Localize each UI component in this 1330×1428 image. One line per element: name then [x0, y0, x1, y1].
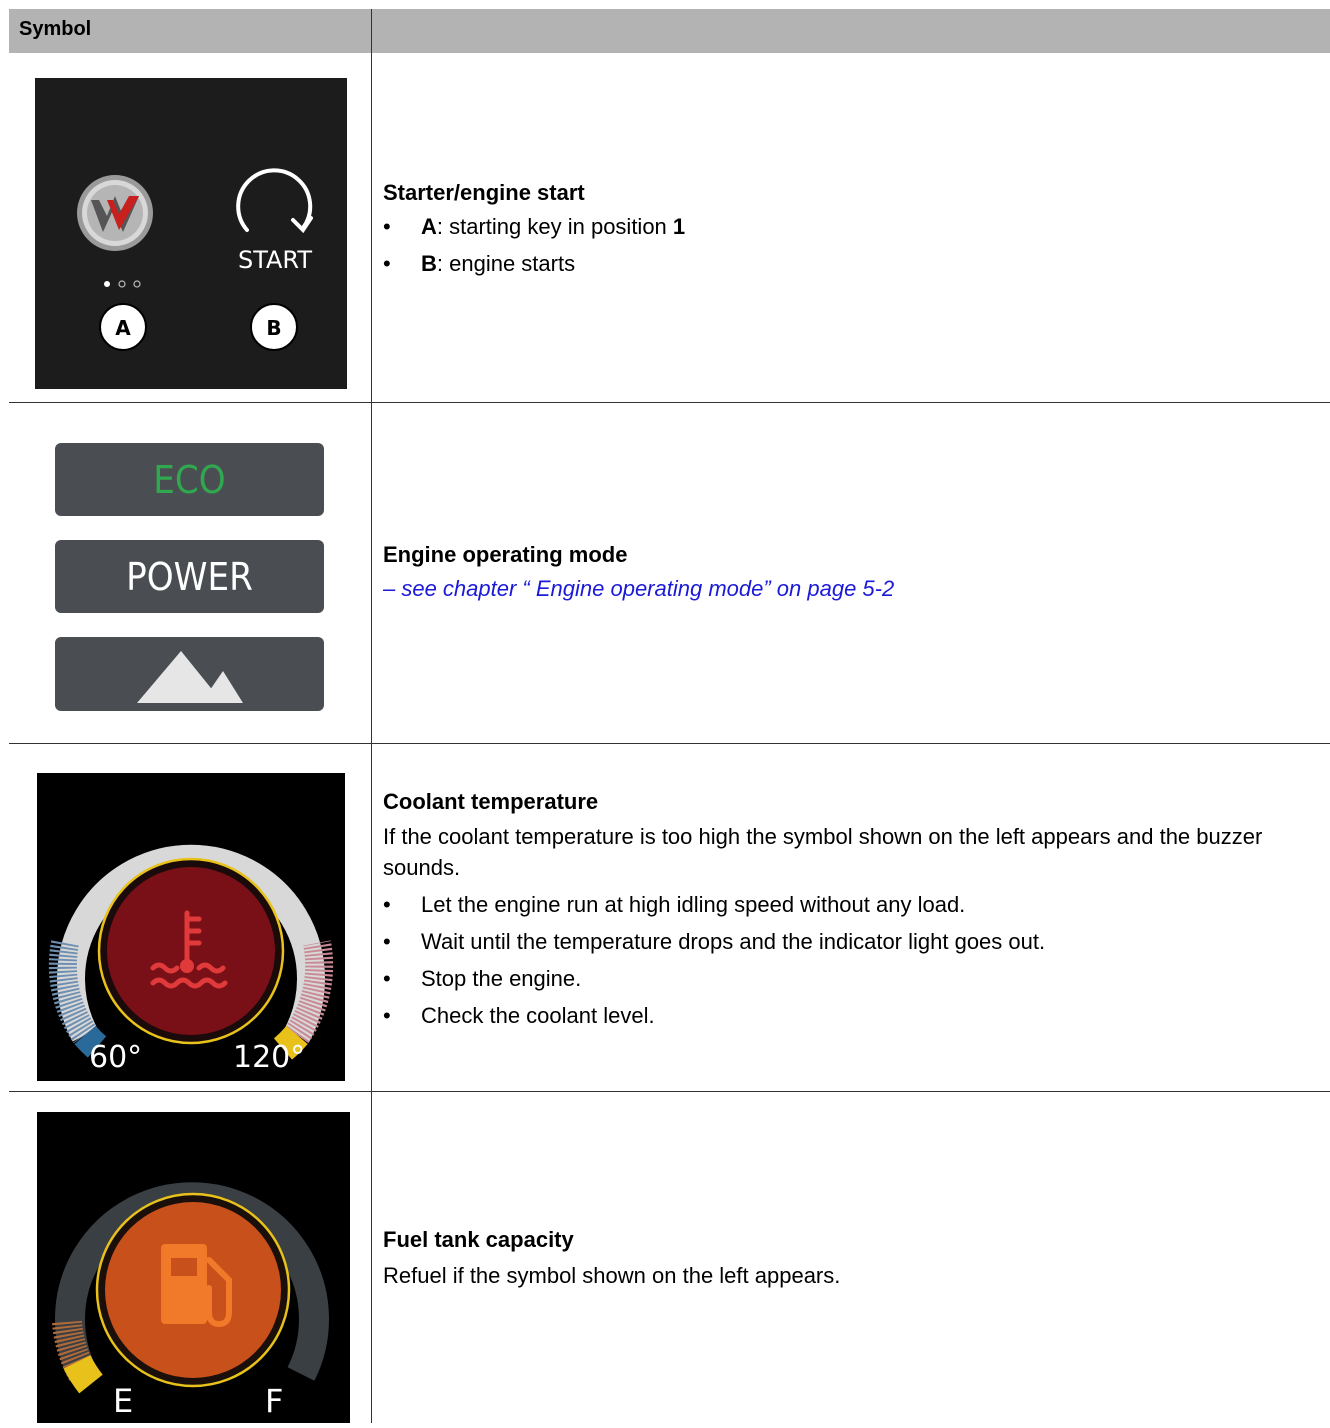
fuel-symbol-panel: E F — [37, 1112, 350, 1423]
mountain-mode-button — [55, 637, 324, 711]
fuel-title: Fuel tank capacity — [383, 1227, 574, 1252]
mountain-icon — [137, 651, 243, 703]
column-divider — [371, 9, 372, 1423]
fuel-full-label: F — [265, 1382, 283, 1420]
coolant-symbol-panel: 60° 120° — [37, 773, 345, 1081]
power-label: POWER — [55, 540, 324, 613]
start-arc-icon — [236, 168, 313, 234]
marker-b-label: B — [266, 316, 281, 340]
coolant-body: If the coolant temperature is too high t… — [383, 824, 1263, 880]
starter-symbol-panel: START A B — [35, 78, 347, 389]
eco-mode-button: ECO — [55, 443, 324, 516]
page-indicator-dots — [104, 280, 141, 288]
marker-a: A — [99, 303, 147, 351]
starter-title: Starter/engine start — [383, 180, 585, 205]
starter-bullet-a: A: starting key in position 1 — [383, 208, 685, 245]
mode-chapter-link[interactable]: – see chapter “ Engine operating mode” o… — [383, 570, 894, 607]
coolant-bullet: Wait until the temperature drops and the… — [383, 923, 1323, 960]
starter-description: Starter/engine start A: starting key in … — [383, 178, 685, 282]
fuel-body: Refuel if the symbol shown on the left a… — [383, 1263, 841, 1288]
marker-b: B — [250, 303, 298, 351]
coolant-bullet: Stop the engine. — [383, 960, 1323, 997]
eco-label: ECO — [55, 443, 324, 516]
fuel-description: Fuel tank capacity Refuel if the symbol … — [383, 1225, 840, 1294]
row-divider — [9, 1091, 1330, 1092]
coolant-title: Coolant temperature — [383, 789, 599, 814]
start-label: START — [238, 246, 312, 274]
coolant-description: Coolant temperature If the coolant tempe… — [383, 787, 1323, 1034]
fuel-empty-label: E — [113, 1382, 133, 1420]
coolant-max-label: 120° — [233, 1040, 305, 1075]
header-symbol-label: Symbol — [19, 18, 92, 40]
mode-title: Engine operating mode — [383, 542, 628, 567]
row-divider — [9, 402, 1330, 403]
starter-bullet-b: B: engine starts — [383, 245, 685, 282]
power-mode-button: POWER — [55, 540, 324, 613]
marker-a-label: A — [115, 316, 131, 340]
coolant-bullet: Check the coolant level. — [383, 997, 1323, 1034]
table-header: Symbol — [9, 9, 1330, 53]
row-divider — [9, 743, 1330, 744]
mode-description: Engine operating mode – see chapter “ En… — [383, 540, 894, 607]
coolant-bullet: Let the engine run at high idling speed … — [383, 886, 1323, 923]
coolant-min-label: 60° — [89, 1040, 142, 1075]
wacker-logo-icon — [77, 175, 153, 251]
